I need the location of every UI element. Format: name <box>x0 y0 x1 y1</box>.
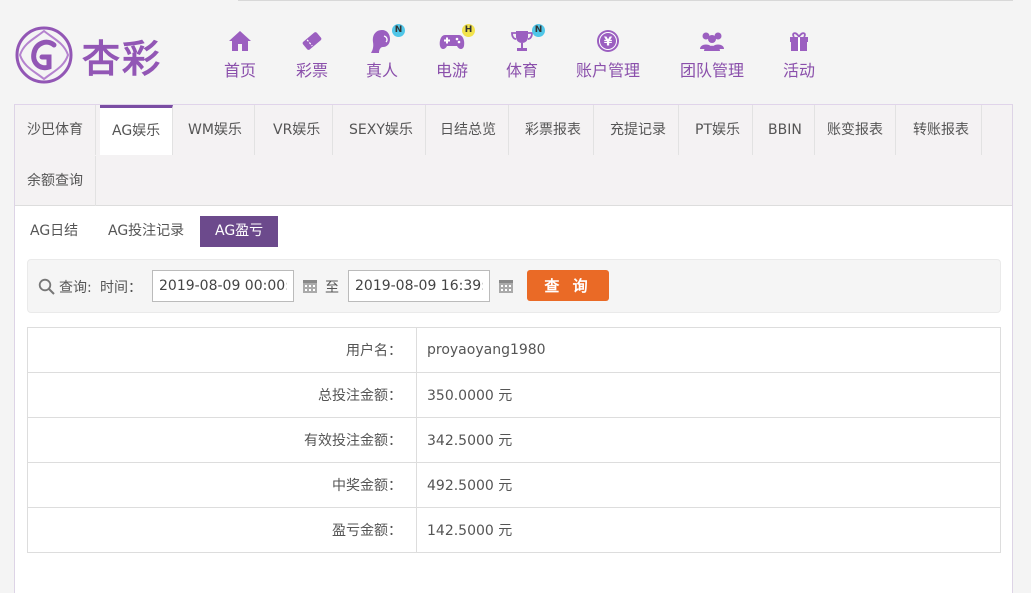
row-key: 用户名： <box>27 327 417 373</box>
nav-label: 账户管理 <box>576 61 641 80</box>
nav-label: 彩票 <box>296 61 329 80</box>
nav-label: 首页 <box>224 61 257 80</box>
table-row: 总投注金额： 350.0000 元 <box>27 372 1001 418</box>
tab-bbin[interactable]: BBIN <box>756 105 815 155</box>
lottery-ticket-icon <box>299 28 325 54</box>
tab-transfer-report[interactable]: 转账报表 <box>901 105 982 155</box>
row-value: 492.5000 元 <box>416 462 1001 508</box>
nav-activities[interactable]: 活动 <box>783 28 815 81</box>
row-value: 350.0000 元 <box>416 372 1001 418</box>
tab-wm-entertainment[interactable]: WM娱乐 <box>176 105 255 155</box>
table-row: 中奖金额： 492.5000 元 <box>27 462 1001 508</box>
tab-account-change-report[interactable]: 账变报表 <box>815 105 896 155</box>
gift-icon <box>786 28 812 54</box>
row-value: 142.5000 元 <box>416 507 1001 553</box>
nav-sports[interactable]: N 体育 <box>506 24 545 81</box>
nav-label: 电游 <box>436 61 469 80</box>
gamepad-icon: H <box>439 24 475 54</box>
site-logo[interactable]: 杏彩 <box>14 25 162 85</box>
top-divider <box>238 0 1013 1</box>
trophy-icon: N <box>509 24 545 54</box>
nav-lottery[interactable]: 彩票 <box>296 28 328 81</box>
calendar-icon[interactable] <box>498 278 514 294</box>
row-key: 中奖金额： <box>27 462 417 508</box>
nav-account[interactable]: ¥ 账户管理 <box>576 28 640 81</box>
row-key: 有效投注金额： <box>27 417 417 463</box>
report-tabs: 沙巴体育 AG娱乐 WM娱乐 VR娱乐 SEXY娱乐 日结总览 彩票报表 充提记… <box>15 105 1012 206</box>
logo-text: 杏彩 <box>82 35 163 81</box>
subtab-ag-profit-loss[interactable]: AG盈亏 <box>200 216 279 247</box>
live-dealer-icon: N <box>369 24 405 54</box>
badge-hot: H <box>462 24 475 37</box>
table-row: 用户名： proyaoyang1980 <box>27 327 1001 373</box>
nav-live[interactable]: N 真人 <box>366 24 405 81</box>
nav-label: 真人 <box>366 61 399 80</box>
table-row: 盈亏金额： 142.5000 元 <box>27 507 1001 553</box>
row-key: 总投注金额： <box>27 372 417 418</box>
team-users-icon <box>699 28 725 54</box>
tab-balance-inquiry[interactable]: 余额查询 <box>15 156 96 206</box>
query-bar: 查询: 时间： 至 查 询 <box>27 259 1001 313</box>
badge-new: N <box>532 24 545 37</box>
row-value: 342.5000 元 <box>416 417 1001 463</box>
badge-new: N <box>392 24 405 37</box>
main-panel: 沙巴体育 AG娱乐 WM娱乐 VR娱乐 SEXY娱乐 日结总览 彩票报表 充提记… <box>14 104 1013 593</box>
row-key: 盈亏金额： <box>27 507 417 553</box>
tab-ag-entertainment[interactable]: AG娱乐 <box>100 105 174 155</box>
tab-deposit-withdraw[interactable]: 充提记录 <box>598 105 679 155</box>
start-time-input[interactable] <box>152 270 294 302</box>
row-value: proyaoyang1980 <box>416 327 1001 373</box>
nav-label: 体育 <box>506 61 539 80</box>
nav-team[interactable]: 团队管理 <box>680 28 744 81</box>
tab-vr-entertainment[interactable]: VR娱乐 <box>261 105 334 155</box>
logo-flower-icon <box>15 26 73 84</box>
query-label: 查询: <box>59 280 92 296</box>
profit-loss-table: 用户名： proyaoyang1980 总投注金额： 350.0000 元 有效… <box>27 327 1001 553</box>
subtab-ag-bet-records[interactable]: AG投注记录 <box>93 216 199 247</box>
end-time-input[interactable] <box>348 270 490 302</box>
tab-saba-sports[interactable]: 沙巴体育 <box>15 105 96 155</box>
nav-home[interactable]: 首页 <box>224 28 256 81</box>
tab-lottery-report[interactable]: 彩票报表 <box>513 105 594 155</box>
nav-egames[interactable]: H 电游 <box>436 24 475 81</box>
table-row: 有效投注金额： 342.5000 元 <box>27 417 1001 463</box>
tab-pt-entertainment[interactable]: PT娱乐 <box>683 105 753 155</box>
nav-label: 团队管理 <box>680 61 745 80</box>
calendar-icon[interactable] <box>302 278 318 294</box>
home-icon <box>227 28 253 54</box>
subtab-ag-daily[interactable]: AG日结 <box>15 216 93 247</box>
nav-label: 活动 <box>783 61 816 80</box>
yen-coin-icon: ¥ <box>595 28 621 54</box>
time-label: 时间： <box>100 280 142 296</box>
to-label: 至 <box>325 280 339 296</box>
query-button[interactable]: 查 询 <box>527 270 609 301</box>
tab-daily-overview[interactable]: 日结总览 <box>428 105 509 155</box>
search-icon <box>38 278 55 295</box>
tab-sexy-entertainment[interactable]: SEXY娱乐 <box>337 105 426 155</box>
svg-text:¥: ¥ <box>604 35 613 49</box>
